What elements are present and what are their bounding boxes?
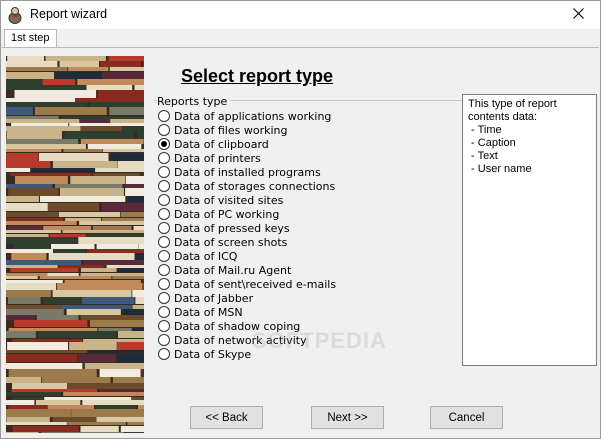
radio-button[interactable]: [158, 292, 170, 304]
radio-button[interactable]: [158, 124, 170, 136]
radio-button[interactable]: [158, 208, 170, 220]
report-option-label: Data of printers: [174, 151, 261, 165]
report-option-label: Data of sent\received e-mails: [174, 277, 337, 291]
report-option[interactable]: Data of applications working: [158, 109, 336, 123]
report-option-label: Data of PC working: [174, 207, 280, 221]
title-bar: Report wizard: [1, 1, 600, 29]
report-option-label: Data of Mail.ru Agent: [174, 263, 292, 277]
report-option[interactable]: Data of Mail.ru Agent: [158, 263, 336, 277]
report-option[interactable]: Data of sent\received e-mails: [158, 277, 336, 291]
radio-button[interactable]: [158, 264, 170, 276]
description-line: contents data:: [468, 111, 538, 123]
report-option-label: Data of Jabber: [174, 291, 254, 305]
radio-button[interactable]: [158, 348, 170, 360]
next-button[interactable]: Next >>: [311, 406, 384, 429]
report-option-label: Data of files working: [174, 123, 288, 137]
report-option-label: Data of storages connections: [174, 179, 336, 193]
report-wizard-window: Report wizard 1st step Select report typ…: [0, 0, 601, 439]
wizard-page: Select report type Reports type Data of …: [2, 47, 599, 438]
report-option-label: Data of Skype: [174, 347, 252, 361]
report-option-label: Data of clipboard: [174, 137, 269, 151]
radio-button[interactable]: [158, 306, 170, 318]
back-button[interactable]: << Back: [190, 406, 263, 429]
radio-button[interactable]: [158, 194, 170, 206]
report-option[interactable]: Data of visited sites: [158, 193, 336, 207]
report-option-label: Data of visited sites: [174, 193, 284, 207]
radio-button[interactable]: [158, 152, 170, 164]
radio-button[interactable]: [158, 166, 170, 178]
description-line: - Caption: [468, 137, 516, 149]
report-option[interactable]: Data of files working: [158, 123, 336, 137]
close-icon: [572, 8, 584, 22]
report-option-label: Data of installed programs: [174, 165, 321, 179]
books-image: [6, 56, 144, 433]
report-option[interactable]: Data of pressed keys: [158, 221, 336, 235]
report-option[interactable]: Data of Jabber: [158, 291, 336, 305]
tab-strip: 1st step: [1, 29, 600, 48]
reports-type-label: Reports type: [157, 95, 231, 108]
report-option[interactable]: Data of clipboard: [158, 137, 336, 151]
app-icon: [7, 6, 23, 24]
report-option-label: Data of ICQ: [174, 249, 238, 263]
close-button[interactable]: [556, 1, 600, 29]
report-option[interactable]: Data of storages connections: [158, 179, 336, 193]
radio-button[interactable]: [158, 222, 170, 234]
report-option[interactable]: Data of MSN: [158, 305, 336, 319]
cancel-button[interactable]: Cancel: [430, 406, 503, 429]
description-line: - Text: [468, 150, 498, 162]
report-option-label: Data of screen shots: [174, 235, 288, 249]
report-description-box: This type of report contents data: - Time…: [462, 94, 597, 366]
report-option[interactable]: Data of installed programs: [158, 165, 336, 179]
report-option-label: Data of MSN: [174, 305, 243, 319]
description-line: This type of report: [468, 98, 557, 110]
report-option-label: Data of applications working: [174, 109, 332, 123]
report-option-label: Data of pressed keys: [174, 221, 290, 235]
radio-button[interactable]: [158, 236, 170, 248]
report-option[interactable]: Data of printers: [158, 151, 336, 165]
radio-button[interactable]: [158, 250, 170, 262]
radio-button[interactable]: [158, 180, 170, 192]
window-title: Report wizard: [30, 7, 108, 21]
report-option[interactable]: Data of PC working: [158, 207, 336, 221]
report-option[interactable]: Data of screen shots: [158, 235, 336, 249]
radio-button[interactable]: [158, 138, 170, 150]
radio-button[interactable]: [158, 320, 170, 332]
description-line: - User name: [468, 163, 532, 175]
report-option[interactable]: Data of ICQ: [158, 249, 336, 263]
watermark: SOFTPEDIA: [252, 328, 387, 353]
radio-button[interactable]: [158, 278, 170, 290]
page-title: Select report type: [181, 66, 334, 86]
description-line: - Time: [468, 124, 502, 136]
tab-1st-step[interactable]: 1st step: [4, 29, 57, 48]
report-type-radio-group: Data of applications working Data of file…: [158, 109, 336, 361]
radio-button[interactable]: [158, 110, 170, 122]
radio-button[interactable]: [158, 334, 170, 346]
